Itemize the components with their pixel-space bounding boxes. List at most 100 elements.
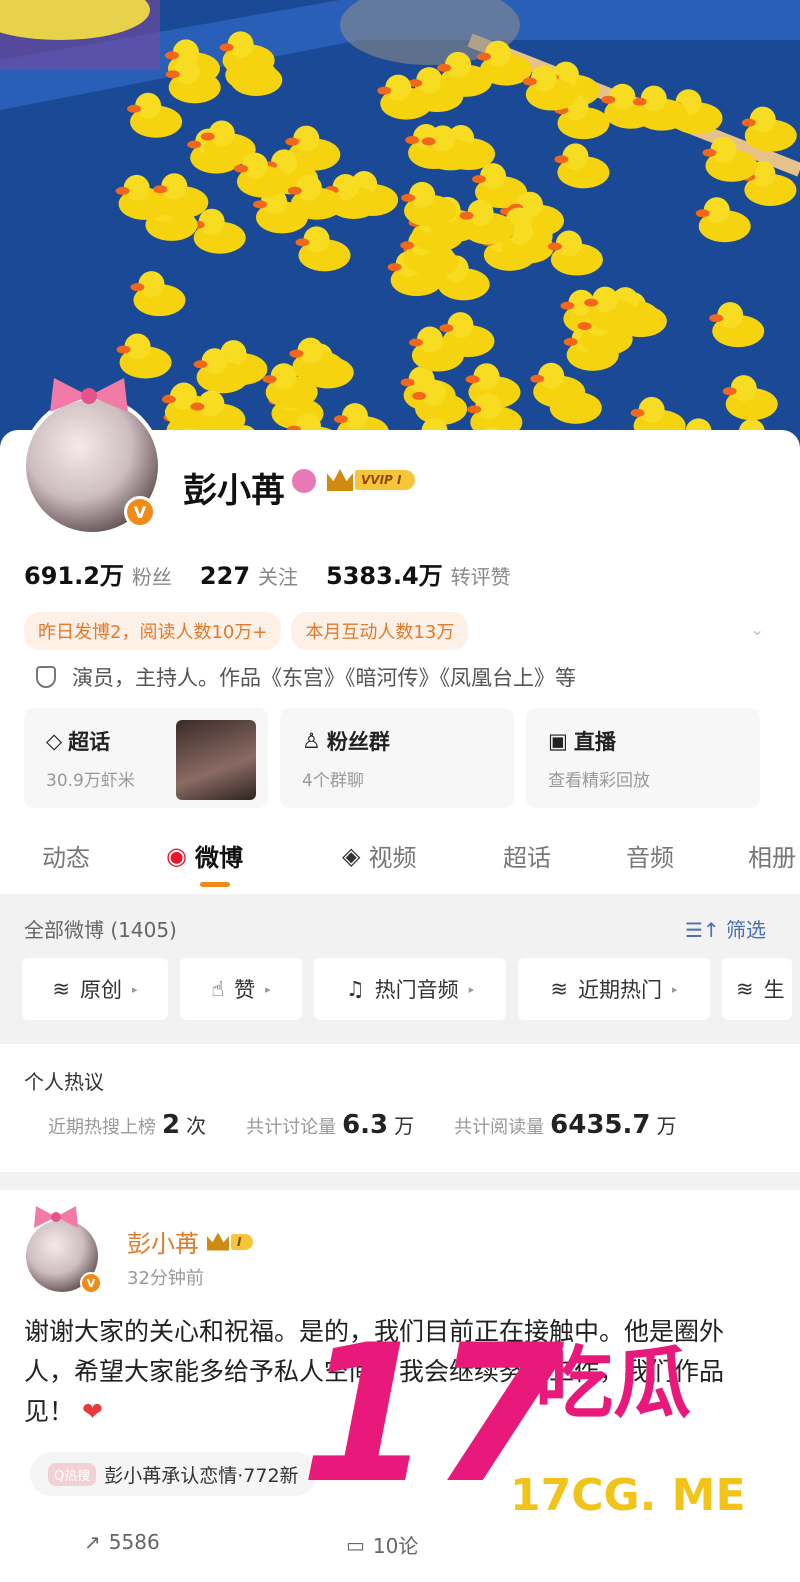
- verified-icon: [292, 469, 316, 493]
- tab-activity[interactable]: 动态: [42, 838, 90, 873]
- feature-supertopic[interactable]: ◇ 超话 30.9万虾米: [24, 708, 268, 808]
- bow-icon: [34, 1206, 78, 1228]
- post-author[interactable]: 彭小苒 I: [127, 1224, 254, 1259]
- vip-badge: I: [207, 1232, 254, 1251]
- divider: [0, 1172, 800, 1190]
- tab-video[interactable]: ◈ 视频: [342, 838, 416, 873]
- chip-label: 原创: [80, 978, 123, 1002]
- caret-right-icon: ▸: [132, 982, 138, 996]
- likes-label: 转评赞: [450, 565, 511, 589]
- followers-count[interactable]: 691.2万: [24, 556, 124, 591]
- filter-label: 筛选: [726, 918, 766, 942]
- chip-label: 生: [763, 978, 785, 1002]
- filter-icon: ☰↑: [684, 918, 720, 942]
- hot-stat-unit: 万: [656, 1114, 677, 1138]
- chip-label: 热门音频: [374, 978, 459, 1002]
- active-tab-indicator: [200, 882, 230, 887]
- likes-count[interactable]: 5383.4万: [326, 556, 443, 591]
- activity-pills: 昨日发博2，阅读人数10万+ 本月互动人数13万: [24, 612, 469, 650]
- hot-search-badge: Q热搜: [48, 1462, 97, 1486]
- all-weibo-count: 全部微博 (1405): [24, 918, 177, 942]
- repost-icon: ↗: [84, 1530, 101, 1554]
- post-text: 谢谢大家的关心和祝福。是的，我们目前正在接触中。他是圈外人，希望大家能多给予私人…: [24, 1312, 764, 1432]
- group-icon: ♙: [302, 729, 321, 753]
- vip-level: I: [231, 1233, 254, 1250]
- feature-fan-group[interactable]: ♙ 粉丝群 4个群聊: [280, 708, 514, 808]
- post-body: 谢谢大家的关心和祝福。是的，我们目前正在接触中。他是圈外人，希望大家能多给予私人…: [24, 1317, 725, 1426]
- activity-pill-posts[interactable]: 昨日发博2，阅读人数10万+: [24, 612, 282, 650]
- hot-stat-label: 共计阅读量: [454, 1117, 545, 1138]
- profile-stats: 691.2万 粉丝 227 关注 5383.4万 转评赞: [24, 556, 539, 591]
- hot-stat-label: 共计讨论量: [246, 1117, 337, 1138]
- post-time: 32分钟前: [127, 1268, 204, 1289]
- chip-like[interactable]: ☝ 赞 ▸: [180, 958, 302, 1020]
- verified-badge-icon: V: [80, 1272, 102, 1294]
- comment-button[interactable]: ▭ 10论: [346, 1530, 418, 1559]
- profile-bio: 演员，主持人。作品《东宫》《暗河传》《凤凰台上》等: [36, 662, 576, 692]
- caret-right-icon: ▸: [672, 982, 678, 996]
- hot-stat-unit: 次: [186, 1114, 207, 1138]
- following-count[interactable]: 227: [200, 562, 250, 590]
- chip-original[interactable]: ≋ 原创 ▸: [22, 958, 168, 1020]
- layers-icon: ≋: [550, 977, 569, 1001]
- heart-icon: ❤: [81, 1397, 103, 1426]
- tab-weibo-label: 微博: [194, 844, 243, 872]
- weibo-post[interactable]: V 彭小苒 I 32分钟前 谢谢大家的关心和祝福。是的，我们目前正在接触中。他是…: [0, 1190, 800, 1582]
- tv-icon: ▣: [548, 729, 568, 753]
- post-author-avatar[interactable]: V: [26, 1206, 102, 1294]
- hot-stat-label: 近期热搜上榜: [48, 1117, 156, 1138]
- repost-button[interactable]: ↗ 5586: [84, 1530, 160, 1554]
- bio-text: 演员，主持人。作品《东宫》《暗河传》《凤凰台上》等: [72, 666, 576, 690]
- feature-live[interactable]: ▣ 直播 查看精彩回放: [526, 708, 760, 808]
- hot-stat-value: 2: [162, 1110, 181, 1140]
- hot-topics-stats: 近期热搜上榜 2 次 共计讨论量 6.3 万 共计阅读量 6435.7 万: [48, 1110, 677, 1140]
- vip-badge[interactable]: VVIP I: [327, 468, 416, 492]
- feature-title: 直播: [573, 730, 616, 754]
- tab-video-label: 视频: [368, 844, 417, 872]
- comment-icon: ▭: [346, 1532, 365, 1557]
- filter-button[interactable]: ☰↑ 筛选: [685, 914, 766, 943]
- feature-title: 粉丝群: [326, 730, 390, 754]
- caret-right-icon: ▸: [265, 982, 271, 996]
- following-label: 关注: [258, 565, 299, 589]
- crown-icon: [327, 469, 353, 491]
- shield-icon: [36, 666, 56, 688]
- thumbs-up-icon: ☝: [211, 977, 225, 1001]
- chevron-down-icon[interactable]: ⌄: [751, 620, 764, 639]
- tab-album[interactable]: 相册: [748, 838, 800, 873]
- profile-avatar[interactable]: V: [22, 378, 162, 536]
- layers-icon: ≋: [736, 977, 754, 1001]
- hot-stat-unit: 万: [394, 1114, 415, 1138]
- supertopic-thumbnail: [176, 720, 256, 800]
- tab-supertopic[interactable]: 超话: [503, 838, 551, 873]
- caret-right-icon: ▸: [468, 982, 475, 996]
- repost-count: 5586: [108, 1530, 160, 1554]
- hot-stat-value: 6435.7: [550, 1110, 651, 1140]
- bow-icon: [50, 378, 128, 412]
- chip-recent-hot[interactable]: ≋ 近期热门 ▸: [518, 958, 710, 1020]
- weibo-logo-icon: ◉: [166, 841, 187, 870]
- hot-topics-heading: 个人热议: [24, 1070, 104, 1094]
- followers-label: 粉丝: [131, 565, 172, 589]
- chip-label: 近期热门: [578, 978, 663, 1002]
- chip-hot-audio[interactable]: ♫ 热门音频 ▸: [314, 958, 506, 1020]
- vip-tag: VVIP I: [355, 470, 416, 490]
- layers-icon: ≋: [52, 977, 71, 1001]
- hot-search-topic[interactable]: Q热搜 彭小苒承认恋情·772新: [30, 1452, 317, 1496]
- feature-title: 超话: [68, 730, 111, 754]
- tab-audio[interactable]: 音频: [626, 838, 674, 873]
- feature-sub: 4个群聊: [302, 771, 364, 791]
- feature-cards: ◇ 超话 30.9万虾米 ♙ 粉丝群 4个群聊 ▣ 直播 查看精彩回放: [24, 708, 760, 808]
- activity-pill-interactions[interactable]: 本月互动人数13万: [291, 612, 469, 650]
- feature-sub: 查看精彩回放: [548, 771, 650, 791]
- tab-weibo[interactable]: ◉ 微博: [166, 838, 243, 873]
- chip-more[interactable]: ≋ 生: [722, 958, 792, 1020]
- verified-badge-icon: V: [124, 496, 156, 528]
- headphones-icon: ♫: [345, 977, 365, 1001]
- chip-label: 赞: [234, 978, 256, 1002]
- hot-stat-value: 6.3: [342, 1110, 389, 1140]
- crown-icon: [207, 1232, 229, 1251]
- personal-hot-topics: 个人热议 近期热搜上榜 2 次 共计讨论量 6.3 万 共计阅读量 6435.7…: [0, 1044, 800, 1172]
- diamond-icon: ◇: [46, 729, 63, 753]
- profile-tabs: 动态 ◉ 微博 ◈ 视频 超话 音频 相册: [0, 838, 800, 894]
